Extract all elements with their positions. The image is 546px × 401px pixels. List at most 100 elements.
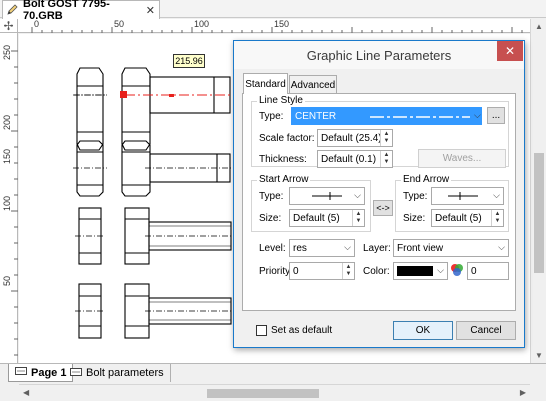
ruler-origin-icon[interactable]: ✢	[0, 19, 18, 33]
end-arrow-preview-icon	[448, 192, 478, 200]
scroll-right-icon[interactable]: ▶	[520, 388, 526, 397]
tab-bolt-parameters-label: Bolt parameters	[86, 367, 164, 379]
end-arrow-size-spinner-icon[interactable]: ▲ ▼	[491, 210, 503, 226]
bolt-head-view-4	[75, 283, 105, 339]
tab-bolt-parameters[interactable]: Bolt parameters	[64, 364, 171, 382]
bolt-head-view-1	[73, 67, 107, 151]
standard-tab-panel: Line Style Type: CENTER ⌵ ... Scale fact…	[242, 93, 516, 311]
line-type-value: CENTER	[295, 110, 337, 122]
tab-page-1-label: Page 1	[31, 366, 67, 379]
end-arrow-size-field[interactable]: Default (5) ▲ ▼	[431, 209, 504, 227]
scale-factor-label: Scale factor:	[259, 133, 315, 144]
ruler-left-label: 150	[2, 149, 12, 165]
size-grip[interactable]	[530, 384, 546, 401]
priority-spinner-icon[interactable]: ▲ ▼	[342, 263, 354, 279]
ruler-left-label: 50	[2, 276, 12, 287]
scroll-left-icon[interactable]: ◀	[23, 388, 29, 397]
swap-arrows-button[interactable]: <->	[373, 200, 393, 216]
scale-factor-field[interactable]: Default (25.4) ▲ ▼	[317, 129, 393, 147]
page-tab-strip: Page 1 Bolt parameters	[0, 363, 546, 384]
start-arrow-size-label: Size:	[259, 213, 282, 224]
end-arrow-group-label: End Arrow	[401, 174, 452, 185]
vertical-scrollbar[interactable]: ▲ ▼	[530, 19, 546, 363]
start-arrow-preview-icon	[312, 192, 342, 200]
line-type-dropdown-icon[interactable]: ⌵	[474, 110, 481, 121]
line-type-select[interactable]: CENTER	[291, 107, 482, 125]
dialog-title[interactable]: Graphic Line Parameters	[234, 41, 524, 69]
priority-label: Priority:	[259, 266, 293, 277]
ok-button[interactable]: OK	[393, 321, 453, 340]
horizontal-scrollbar[interactable]: ◀ ▶	[19, 384, 530, 401]
level-dropdown-icon[interactable]: ⌵	[344, 242, 351, 253]
thickness-field[interactable]: Default (0.1) ▲ ▼	[317, 150, 393, 168]
center-line-preview-icon	[370, 116, 470, 118]
dialog-body: Standard Advanced Line Style Type: CENTE…	[234, 69, 524, 347]
vertical-scroll-thumb[interactable]	[534, 153, 544, 273]
bolt-side-view-2	[121, 140, 234, 197]
ruler-top: 0 50 100 150	[18, 19, 530, 33]
line-type-label: Type:	[259, 111, 284, 122]
start-arrow-size-value: Default (5)	[293, 212, 340, 224]
thickness-label: Thickness:	[259, 154, 307, 165]
end-arrow-type-select[interactable]: ⌵	[431, 187, 504, 205]
ruler-top-label: 50	[114, 19, 125, 29]
color-number-value: 0	[471, 265, 477, 277]
line-type-browse-button[interactable]: ...	[487, 107, 505, 124]
bolt-head-view-3	[75, 207, 105, 265]
page-icon	[70, 367, 82, 380]
start-arrow-size-spinner-icon[interactable]: ▲ ▼	[352, 210, 364, 226]
selected-center-line	[120, 91, 234, 98]
start-arrow-group-label: Start Arrow	[257, 174, 311, 185]
bolt-side-view-1	[121, 67, 231, 151]
scroll-down-icon[interactable]: ▼	[535, 351, 543, 360]
level-label: Level:	[259, 243, 286, 254]
bolt-side-view-3	[124, 207, 234, 265]
ruler-top-label: 100	[194, 19, 210, 29]
tab-advanced[interactable]: Advanced	[289, 75, 337, 94]
color-swatch	[397, 266, 433, 276]
ruler-left-label: 250	[2, 45, 12, 61]
tab-standard[interactable]: Standard	[243, 73, 288, 94]
thickness-value: Default (0.1)	[321, 153, 377, 165]
thickness-spinner-icon[interactable]: ▲ ▼	[380, 151, 392, 167]
priority-value: 0	[293, 265, 299, 277]
color-palette-icon[interactable]	[450, 263, 464, 280]
layer-value: Front view	[397, 242, 444, 254]
start-arrow-type-label: Type:	[259, 191, 284, 202]
start-arrow-type-select[interactable]: ⌵	[289, 187, 365, 205]
start-arrow-size-field[interactable]: Default (5) ▲ ▼	[289, 209, 365, 227]
color-number-field[interactable]: 0	[467, 262, 509, 280]
ruler-top-label: 150	[274, 19, 290, 29]
set-as-default-checkbox[interactable]	[256, 325, 267, 336]
scale-factor-spinner-icon[interactable]: ▲ ▼	[380, 130, 392, 146]
start-arrow-dropdown-icon[interactable]: ⌵	[354, 190, 361, 201]
priority-field[interactable]: 0 ▲ ▼	[289, 262, 355, 280]
layer-dropdown-icon[interactable]: ⌵	[498, 242, 505, 253]
color-dropdown-icon[interactable]: ⌵	[437, 265, 444, 276]
document-tab-close-icon[interactable]: ✕	[146, 4, 155, 17]
bolt-side-view-4	[124, 283, 234, 339]
level-select[interactable]: res ⌵	[289, 239, 355, 257]
ruler-left-label: 200	[2, 115, 12, 131]
pencil-icon	[7, 3, 19, 18]
end-arrow-type-label: Type:	[403, 191, 428, 202]
document-tab[interactable]: Bolt GOST 7795-70.GRB ✕	[2, 0, 160, 22]
scale-factor-value: Default (25.4)	[321, 132, 382, 144]
end-arrow-size-label: Size:	[403, 213, 426, 224]
ruler-left-label: 100	[2, 196, 12, 212]
dimension-tooltip: 215.96	[173, 54, 205, 68]
graphic-line-parameters-dialog: Graphic Line Parameters ✕ Standard Advan…	[233, 40, 525, 348]
waves-button[interactable]: Waves...	[418, 149, 506, 168]
layer-select[interactable]: Front view ⌵	[393, 239, 509, 257]
dialog-close-button[interactable]: ✕	[497, 41, 523, 61]
end-arrow-dropdown-icon[interactable]: ⌵	[493, 190, 500, 201]
layer-label: Layer:	[363, 243, 391, 254]
cancel-button[interactable]: Cancel	[456, 321, 516, 340]
color-select[interactable]: ⌵	[393, 262, 448, 280]
color-label: Color:	[363, 266, 390, 277]
ruler-left: 250 200 150 100 50	[0, 33, 18, 363]
scroll-up-icon[interactable]: ▲	[535, 22, 543, 31]
horizontal-scroll-thumb[interactable]	[207, 389, 319, 398]
bolt-head-view-2	[73, 140, 107, 197]
level-value: res	[293, 242, 307, 254]
